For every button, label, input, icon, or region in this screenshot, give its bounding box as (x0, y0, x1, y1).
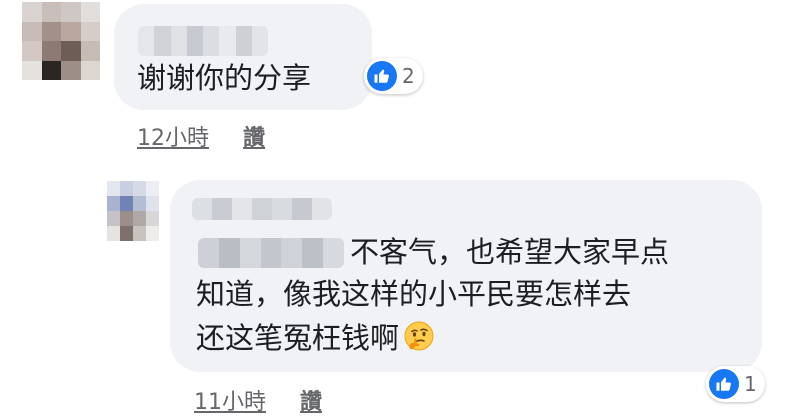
reply-text-line: 知道，像我这样的小平民要怎样去 (196, 277, 632, 311)
redacted-reply-name[interactable] (192, 198, 332, 220)
reply-timestamp[interactable]: 11小時 (194, 384, 266, 416)
reaction-count: 2 (402, 64, 415, 88)
like-icon (367, 61, 397, 91)
like-link[interactable]: 讚 (300, 384, 322, 416)
reply-text-line-end: 还这笔冤枉钱啊 (196, 321, 400, 355)
comment-timestamp[interactable]: 12小時 (137, 120, 209, 152)
reply-text-line: 还这笔冤枉钱啊 (196, 316, 435, 360)
redacted-mention[interactable] (198, 238, 344, 268)
redacted-commenter-name[interactable] (138, 26, 268, 56)
reaction-count: 1 (744, 372, 757, 396)
thinking-face-emoji (404, 321, 434, 351)
reply-reaction-summary[interactable]: 1 (706, 366, 765, 402)
reply-meta: 11小時 讚 (194, 384, 322, 416)
reply-text-line: 不客气，也希望大家早点 (350, 235, 670, 269)
like-icon (709, 369, 739, 399)
like-link[interactable]: 讚 (243, 120, 265, 152)
comment-meta: 12小時 讚 (137, 120, 265, 152)
commenter-avatar[interactable] (22, 2, 100, 80)
reaction-summary[interactable]: 2 (364, 58, 423, 94)
comment-text: 谢谢你的分享 (137, 61, 312, 95)
reply-avatar[interactable] (107, 181, 159, 241)
